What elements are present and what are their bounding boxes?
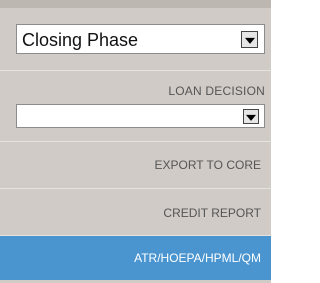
phase-select-value: Closing Phase [22,30,139,50]
menu-item-label: EXPORT TO CORE [154,158,261,172]
loan-decision-select[interactable] [16,104,265,128]
menu-item-export-to-core[interactable]: EXPORT TO CORE [0,142,271,188]
side-panel: Closing Phase LOAN DECISION EXPORT TO CO… [0,0,271,283]
phase-select[interactable]: Closing Phase [16,24,265,54]
menu-item-label: CREDIT REPORT [163,206,261,220]
top-border [0,0,271,8]
menu-item-label: ATR/HOEPA/HPML/QM [134,251,261,265]
chevron-down-icon [244,37,255,44]
menu-item-credit-report[interactable]: CREDIT REPORT [0,189,271,235]
menu-item-atr-hoepa-hpml-qm[interactable]: ATR/HOEPA/HPML/QM [0,236,271,280]
chevron-down-icon [246,114,256,121]
loan-decision-label: LOAN DECISION [168,84,265,98]
phase-dropdown-button[interactable] [241,31,258,48]
loan-decision-dropdown-button[interactable] [243,109,259,124]
divider [0,70,271,71]
